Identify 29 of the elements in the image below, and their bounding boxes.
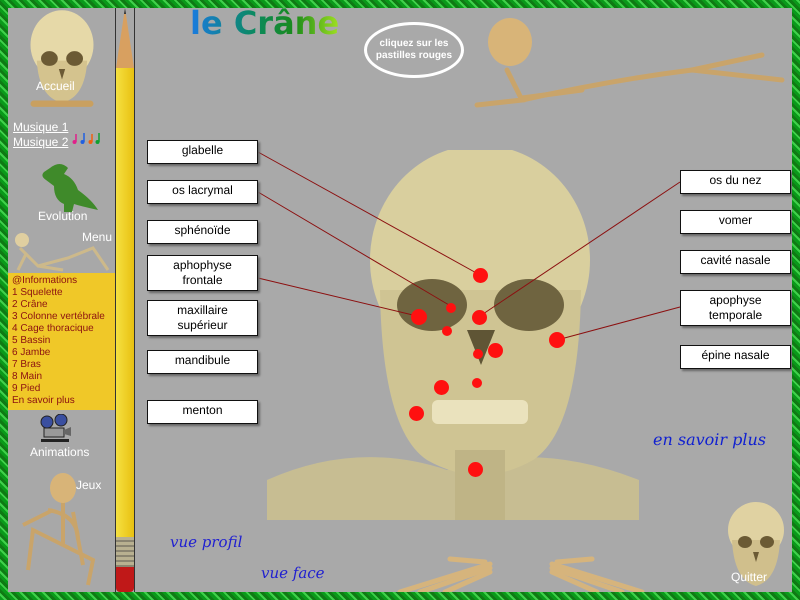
menu-item[interactable]: 7 Bras — [12, 359, 115, 371]
music-notes-icon — [72, 131, 100, 145]
bone-label: sphénoïde — [147, 220, 258, 244]
bone-label: épine nasale — [680, 345, 791, 369]
menu-item[interactable]: 3 Colonne vertébrale — [12, 311, 115, 323]
menu-item[interactable]: En savoir plus — [12, 395, 115, 407]
bone-label: os du nez — [680, 170, 791, 194]
bone-label: maxillaire supérieur — [147, 300, 258, 336]
bone-label: mandibule — [147, 350, 258, 374]
film-projector-icon — [38, 414, 72, 444]
bone-label: menton — [147, 400, 258, 424]
bone-label: vomer — [680, 210, 791, 234]
menu-item[interactable]: 9 Pied — [12, 383, 115, 395]
view-link[interactable]: vue face — [261, 564, 325, 582]
menu-item[interactable]: 6 Jambe — [12, 347, 115, 359]
speech-bubble: cliquez sur les pastilles rouges — [364, 22, 464, 78]
menu-item[interactable]: 5 Bassin — [12, 335, 115, 347]
menu-item[interactable]: @Informations — [12, 275, 115, 287]
more-link[interactable]: en savoir plus — [653, 430, 766, 449]
menu-item[interactable]: 2 Crâne — [12, 299, 115, 311]
view-link[interactable]: vue profil — [170, 533, 242, 551]
menu-item[interactable]: 8 Main — [12, 371, 115, 383]
bone-label: os lacrymal — [147, 180, 258, 204]
bone-label: apophyse temporale — [680, 290, 791, 326]
menu-item[interactable]: 1 Squelette — [12, 287, 115, 299]
bone-label: aphophyse frontale — [147, 255, 258, 291]
bone-label: glabelle — [147, 140, 258, 164]
menu-item[interactable]: 4 Cage thoracique — [12, 323, 115, 335]
bone-label: cavité nasale — [680, 250, 791, 274]
